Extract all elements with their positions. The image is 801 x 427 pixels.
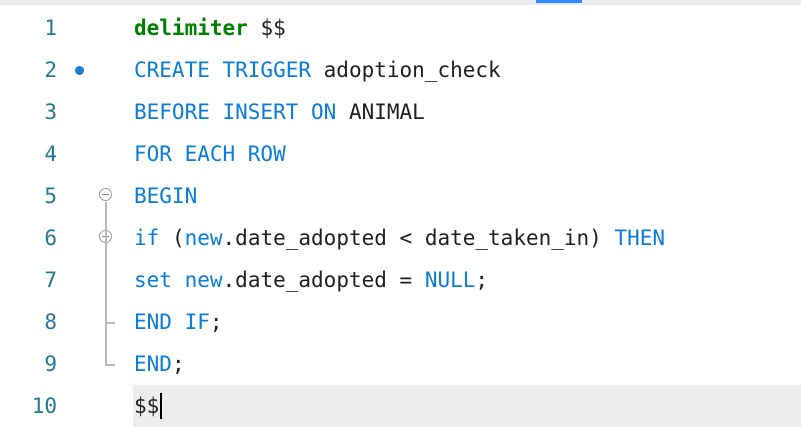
code-line[interactable]: 7 set new.date_adopted = NULL;: [0, 259, 801, 301]
code-text[interactable]: BEFORE INSERT ON ANIMAL: [134, 91, 425, 133]
keyword-token: CREATE TRIGGER: [134, 58, 312, 82]
keyword-token: set: [134, 268, 172, 292]
line-number: 2: [44, 58, 57, 82]
code-line[interactable]: 2 CREATE TRIGGER adoption_check: [0, 49, 801, 91]
code-text[interactable]: END IF;: [134, 301, 223, 343]
keyword-token: NULL: [424, 268, 476, 292]
line-number: 6: [44, 226, 57, 250]
code-line[interactable]: 4 FOR EACH ROW: [0, 133, 801, 175]
code-token: $$: [247, 16, 286, 40]
code-token: adoption_check: [311, 58, 501, 82]
code-line[interactable]: 3 BEFORE INSERT ON ANIMAL: [0, 91, 801, 133]
code-token: $$: [134, 394, 160, 418]
line-number: 9: [44, 352, 57, 376]
code-token: ANIMAL: [336, 100, 425, 124]
keyword-token: delimiter: [134, 16, 248, 40]
line-number: 8: [44, 310, 57, 334]
code-text[interactable]: if (new.date_adopted < date_taken_in) TH…: [134, 217, 665, 259]
keyword-token: END: [134, 352, 172, 376]
breakpoint-dot-icon[interactable]: [75, 66, 84, 75]
code-token: ;: [475, 268, 489, 292]
keyword-token: new: [184, 226, 223, 250]
code-line[interactable]: 6 if (new.date_adopted < date_taken_in) T…: [0, 217, 801, 259]
keyword-token: THEN: [614, 226, 666, 250]
code-editor[interactable]: 1 delimiter $$ 2 CREATE TRIGGER adoption_ch…: [0, 7, 801, 427]
code-text[interactable]: END;: [134, 343, 185, 385]
code-line[interactable]: 8 END IF;: [0, 301, 801, 343]
fold-guide-begin-end-end: [105, 364, 115, 366]
keyword-token: FOR EACH ROW: [134, 142, 286, 166]
code-token: ;: [209, 310, 223, 334]
code-line[interactable]: 9 END;: [0, 343, 801, 385]
active-tab-indicator: [536, 0, 582, 3]
line-number: 5: [44, 184, 57, 208]
code-line[interactable]: 1 delimiter $$: [0, 7, 801, 49]
code-token: .date_adopted < date_taken_in): [222, 226, 615, 250]
keyword-token: if: [134, 226, 160, 250]
line-number: 4: [44, 142, 57, 166]
code-text[interactable]: set new.date_adopted = NULL;: [134, 259, 488, 301]
text-cursor: [160, 393, 163, 419]
keyword-token: new: [184, 268, 223, 292]
code-line[interactable]: 5 BEGIN: [0, 175, 801, 217]
fold-guide-if-endif: [105, 244, 107, 322]
code-text[interactable]: delimiter $$: [134, 7, 286, 49]
keyword-token: BEGIN: [134, 184, 198, 208]
code-token: (: [159, 226, 185, 250]
line-number: 7: [44, 268, 57, 292]
code-token: ;: [171, 352, 185, 376]
code-text[interactable]: FOR EACH ROW: [134, 133, 286, 175]
keyword-token: END IF: [134, 310, 210, 334]
code-text[interactable]: CREATE TRIGGER adoption_check: [134, 49, 501, 91]
line-number: 3: [44, 100, 57, 124]
keyword-token: BEFORE INSERT ON: [134, 100, 337, 124]
code-text[interactable]: BEGIN: [134, 175, 197, 217]
line-number: 1: [44, 16, 57, 40]
fold-guide-if-endif-end: [105, 322, 115, 324]
editor-top-strip: [0, 0, 801, 5]
code-token: .date_adopted =: [222, 268, 425, 292]
fold-collapse-icon[interactable]: [99, 188, 112, 201]
